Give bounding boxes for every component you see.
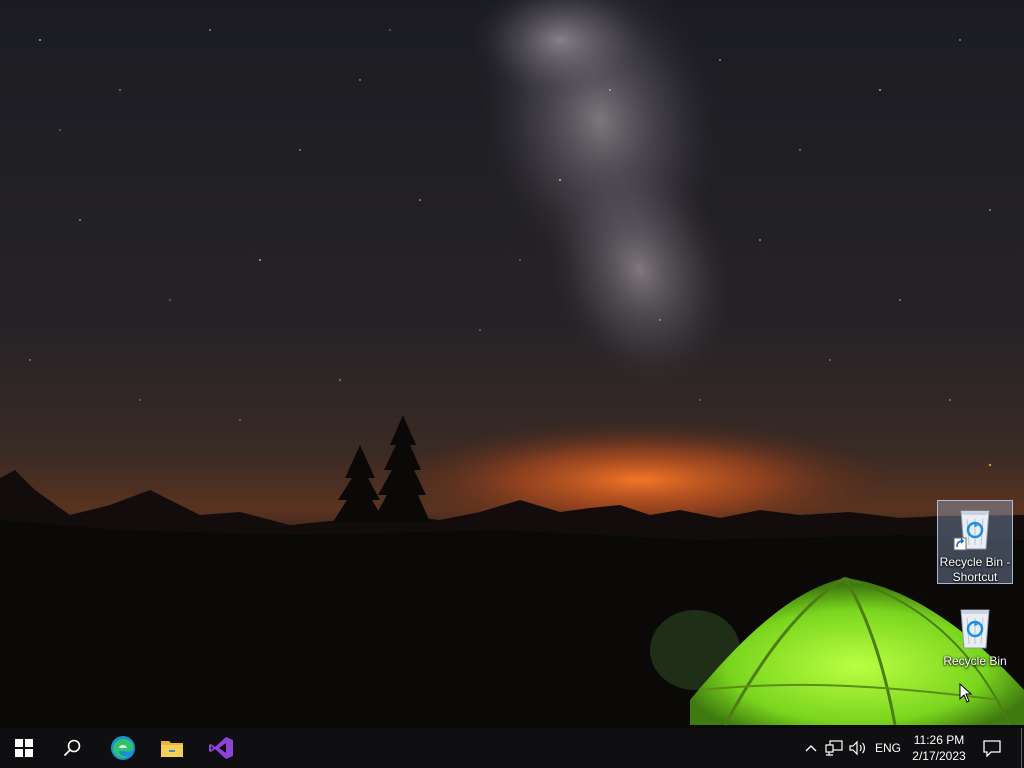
edge-button[interactable]: [99, 728, 147, 768]
network-icon: [825, 740, 843, 756]
visual-studio-icon: [209, 737, 233, 759]
taskbar: ENG 11:26 PM 2/17/2023: [0, 728, 1024, 768]
mouse-cursor-icon: [959, 683, 973, 703]
desktop-icon-recycle-bin-shortcut[interactable]: Recycle Bin - Shortcut: [937, 500, 1013, 584]
speaker-icon: [849, 740, 865, 756]
chevron-up-icon: [805, 745, 817, 752]
clock[interactable]: 11:26 PM 2/17/2023: [906, 728, 972, 768]
show-hidden-icons-button[interactable]: [802, 728, 820, 768]
windows-logo-icon: [15, 739, 33, 757]
desktop-icon-label: Recycle Bin - Shortcut: [939, 555, 1011, 584]
start-button[interactable]: [0, 728, 48, 768]
action-center-button[interactable]: [978, 728, 1006, 768]
folder-icon: [161, 741, 183, 757]
edge-icon: [111, 736, 135, 760]
file-explorer-button[interactable]: [148, 728, 196, 768]
input-language-indicator[interactable]: ENG: [872, 728, 904, 768]
show-desktop-button[interactable]: [1018, 728, 1024, 768]
recycle-bin-icon: [953, 510, 990, 551]
clock-date: 2/17/2023: [912, 749, 966, 763]
clock-time: 11:26 PM: [913, 733, 965, 747]
search-icon: [63, 739, 81, 757]
desktop-icon-label: Recycle Bin: [943, 654, 1007, 668]
recycle-bin-icon: [960, 609, 990, 649]
wallpaper-night-sky-tent: [0, 0, 1024, 728]
notification-icon: [983, 740, 1001, 757]
visual-studio-button[interactable]: [197, 728, 245, 768]
show-desktop-divider: [1020, 728, 1022, 768]
network-button[interactable]: [823, 728, 845, 768]
search-button[interactable]: [48, 728, 96, 768]
desktop[interactable]: Recycle Bin - Shortcut Recycle Bin: [0, 0, 1024, 728]
volume-button[interactable]: [847, 728, 869, 768]
desktop-icon-recycle-bin[interactable]: Recycle Bin: [937, 600, 1013, 670]
